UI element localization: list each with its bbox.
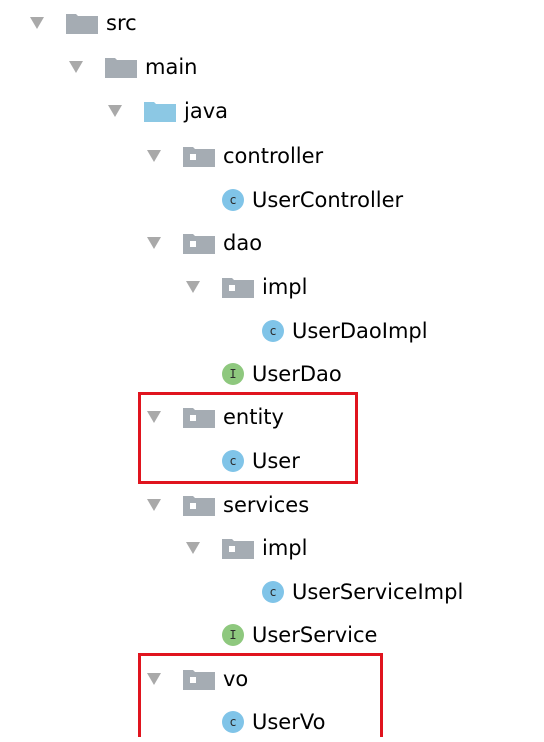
expand-arrow-icon[interactable] xyxy=(106,102,124,120)
tree-node-user-service-impl[interactable]: c UserServiceImpl xyxy=(262,572,463,612)
tree-node-user-service[interactable]: I UserService xyxy=(222,615,377,655)
node-label: UserServiceImpl xyxy=(292,580,464,604)
tree-node-dao[interactable]: dao xyxy=(145,223,262,263)
node-label: UserService xyxy=(252,623,378,647)
tree-node-java[interactable]: java xyxy=(106,91,228,131)
folder-icon xyxy=(105,56,137,78)
expand-arrow-icon[interactable] xyxy=(145,670,163,688)
tree-node-entity[interactable]: entity xyxy=(145,397,284,437)
class-icon: c xyxy=(222,711,244,733)
tree-node-main[interactable]: main xyxy=(67,47,197,87)
tree-node-user-dao-impl[interactable]: c UserDaoImpl xyxy=(262,311,428,351)
class-icon: c xyxy=(262,581,284,603)
package-icon xyxy=(183,145,215,167)
node-label: impl xyxy=(262,536,308,560)
package-icon xyxy=(183,406,215,428)
tree-node-user[interactable]: c User xyxy=(222,441,300,481)
expand-arrow-icon[interactable] xyxy=(145,147,163,165)
expand-arrow-icon[interactable] xyxy=(28,14,46,32)
package-icon xyxy=(183,668,215,690)
node-label: User xyxy=(252,449,300,473)
expand-arrow-icon[interactable] xyxy=(145,408,163,426)
node-label: UserDao xyxy=(252,362,342,386)
tree-node-services-impl[interactable]: impl xyxy=(184,528,307,568)
tree-node-user-vo[interactable]: c UserVo xyxy=(222,702,325,742)
interface-icon: I xyxy=(222,363,244,385)
package-icon xyxy=(222,276,254,298)
node-label: java xyxy=(184,99,228,123)
node-label: entity xyxy=(223,405,284,429)
node-label: vo xyxy=(223,667,249,691)
node-label: dao xyxy=(223,231,263,255)
tree-node-src[interactable]: src xyxy=(28,3,137,43)
expand-arrow-icon[interactable] xyxy=(184,278,202,296)
expand-arrow-icon[interactable] xyxy=(145,496,163,514)
expand-arrow-icon[interactable] xyxy=(67,58,85,76)
node-label: UserDaoImpl xyxy=(292,319,428,343)
tree-node-user-dao[interactable]: I UserDao xyxy=(222,354,342,394)
tree-node-vo[interactable]: vo xyxy=(145,659,248,699)
tree-node-user-controller[interactable]: c UserController xyxy=(222,180,403,220)
interface-icon: I xyxy=(222,624,244,646)
folder-icon xyxy=(66,12,98,34)
tree-node-controller[interactable]: controller xyxy=(145,136,323,176)
class-icon: c xyxy=(222,189,244,211)
node-label: main xyxy=(145,55,198,79)
package-icon xyxy=(222,537,254,559)
source-folder-icon xyxy=(144,100,176,122)
project-tree: src main java controller c UserControlle… xyxy=(0,0,544,737)
expand-arrow-icon[interactable] xyxy=(145,234,163,252)
tree-node-services[interactable]: services xyxy=(145,485,309,525)
node-label: controller xyxy=(223,144,324,168)
node-label: src xyxy=(106,11,137,35)
package-icon xyxy=(183,232,215,254)
node-label: UserController xyxy=(252,188,404,212)
class-icon: c xyxy=(262,320,284,342)
tree-node-dao-impl[interactable]: impl xyxy=(184,267,307,307)
expand-arrow-icon[interactable] xyxy=(184,539,202,557)
package-icon xyxy=(183,494,215,516)
node-label: impl xyxy=(262,275,308,299)
node-label: services xyxy=(223,493,310,517)
class-icon: c xyxy=(222,450,244,472)
node-label: UserVo xyxy=(252,710,326,734)
